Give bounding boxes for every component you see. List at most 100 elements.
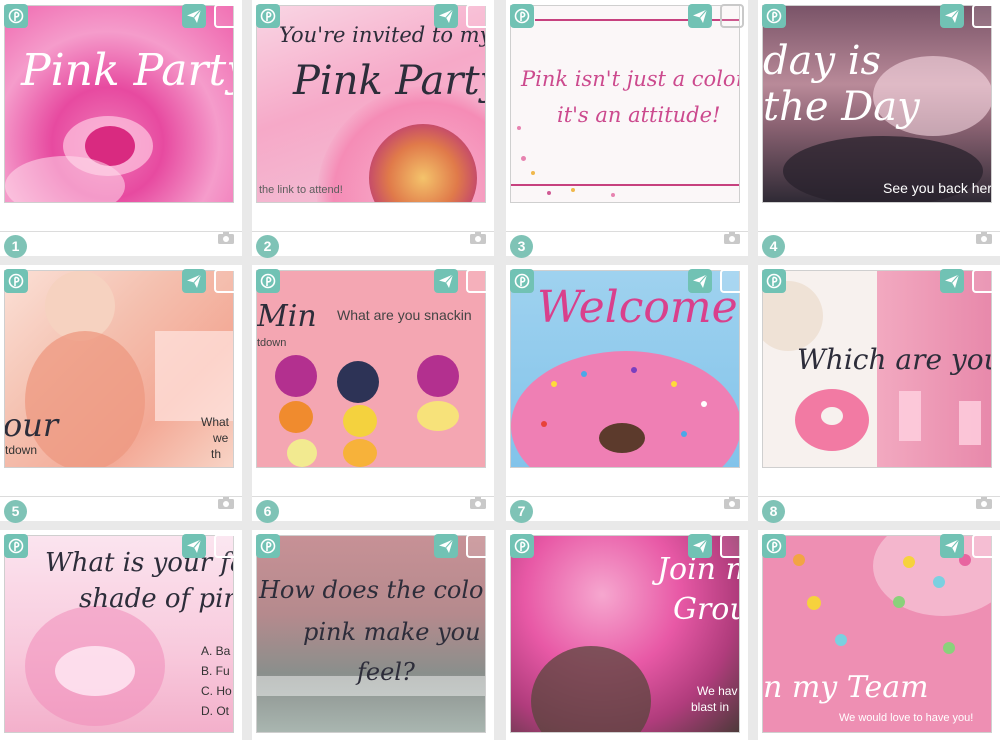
post-text: Pink Party <box>293 58 486 104</box>
post-image[interactable]: Welcome! <box>510 270 740 468</box>
card-footer: 4 <box>758 218 1000 258</box>
select-checkbox[interactable] <box>214 534 238 558</box>
post-image[interactable]: Min What are you snackin tdown <box>256 270 486 468</box>
post-card[interactable]: n my Team We would love to have you! <box>758 530 1000 740</box>
send-button[interactable] <box>182 269 206 293</box>
send-button[interactable] <box>940 4 964 28</box>
send-icon <box>187 274 202 288</box>
send-button[interactable] <box>182 534 206 558</box>
select-checkbox[interactable] <box>466 269 490 293</box>
post-image[interactable]: our tdown What we th <box>4 270 234 468</box>
post-image[interactable]: n my Team We would love to have you! <box>762 535 992 733</box>
send-button[interactable] <box>940 534 964 558</box>
send-button[interactable] <box>434 4 458 28</box>
post-card[interactable]: our tdown What we th 5 <box>0 265 242 523</box>
select-checkbox[interactable] <box>720 269 744 293</box>
post-card[interactable]: You're invited to my Pink Party the link… <box>252 0 494 258</box>
post-text: Min <box>257 299 317 334</box>
send-button[interactable] <box>688 269 712 293</box>
pinterest-icon <box>8 538 24 554</box>
post-image[interactable]: Which are you? <box>762 270 992 468</box>
post-image[interactable]: Pink Party <box>4 5 234 203</box>
post-image[interactable]: What is your fav shade of pink A. Ba B. … <box>4 535 234 733</box>
pinterest-button[interactable] <box>510 4 534 28</box>
post-text: A. Ba <box>201 644 231 658</box>
select-checkbox[interactable] <box>972 269 996 293</box>
send-icon <box>693 539 708 553</box>
send-button[interactable] <box>688 534 712 558</box>
post-number-badge: 6 <box>256 500 279 523</box>
send-icon <box>945 9 960 23</box>
select-checkbox[interactable] <box>720 534 744 558</box>
post-image[interactable]: Join m Grou We hav blast in <box>510 535 740 733</box>
post-text: We would love to have you! <box>839 712 974 724</box>
send-button[interactable] <box>688 4 712 28</box>
post-image[interactable]: Pink isn't just a color- it's an attitud… <box>510 5 740 203</box>
send-button[interactable] <box>182 4 206 28</box>
post-text: Which are you? <box>797 343 991 376</box>
pinterest-button[interactable] <box>256 534 280 558</box>
select-checkbox[interactable] <box>720 4 744 28</box>
camera-icon <box>724 232 740 244</box>
pinterest-button[interactable] <box>4 269 28 293</box>
post-text: Pink Party <box>21 45 234 96</box>
post-card[interactable]: Which are you? 8 <box>758 265 1000 523</box>
post-card[interactable]: Pink isn't just a color- it's an attitud… <box>506 0 748 258</box>
pinterest-icon <box>8 273 24 289</box>
post-text: th <box>211 447 222 461</box>
post-text: tdown <box>257 337 287 349</box>
pinterest-button[interactable] <box>762 534 786 558</box>
pinterest-icon <box>514 8 530 24</box>
post-card[interactable]: Pink Party 1 <box>0 0 242 258</box>
select-checkbox[interactable] <box>972 534 996 558</box>
card-footer: 1 <box>0 218 242 258</box>
post-text: Join m <box>657 552 739 587</box>
divider <box>252 231 494 232</box>
send-button[interactable] <box>434 269 458 293</box>
pinterest-button[interactable] <box>256 4 280 28</box>
post-text: See you back here <box>883 180 992 196</box>
post-text: Grou <box>673 592 739 627</box>
divider <box>758 231 1000 232</box>
divider <box>506 496 748 497</box>
pinterest-button[interactable] <box>510 534 534 558</box>
send-icon <box>693 9 708 23</box>
camera-icon <box>470 232 486 244</box>
pinterest-button[interactable] <box>4 4 28 28</box>
camera-icon <box>470 497 486 509</box>
pinterest-icon <box>514 538 530 554</box>
pinterest-button[interactable] <box>510 269 534 293</box>
post-number-badge: 5 <box>4 500 27 523</box>
post-image[interactable]: How does the color pink make you feel? <box>256 535 486 733</box>
post-card[interactable]: Min What are you snackin tdown 6 <box>252 265 494 523</box>
post-card[interactable]: What is your fav shade of pink A. Ba B. … <box>0 530 242 740</box>
select-checkbox[interactable] <box>466 4 490 28</box>
card-footer: 8 <box>758 483 1000 523</box>
select-checkbox[interactable] <box>214 4 238 28</box>
pinterest-icon <box>260 538 276 554</box>
post-card[interactable]: Join m Grou We hav blast in <box>506 530 748 740</box>
post-text: it's an attitude! <box>557 103 721 127</box>
post-text: D. Ot <box>201 704 230 718</box>
camera-icon <box>218 497 234 509</box>
select-checkbox[interactable] <box>466 534 490 558</box>
divider <box>0 496 242 497</box>
pinterest-button[interactable] <box>762 269 786 293</box>
pinterest-icon <box>766 8 782 24</box>
post-text: day is <box>763 38 882 84</box>
pinterest-button[interactable] <box>256 269 280 293</box>
post-card[interactable]: Welcome! 7 <box>506 265 748 523</box>
pinterest-button[interactable] <box>762 4 786 28</box>
post-image[interactable]: day is the Day See you back here <box>762 5 992 203</box>
send-icon <box>187 539 202 553</box>
post-image[interactable]: You're invited to my Pink Party the link… <box>256 5 486 203</box>
pinterest-button[interactable] <box>4 534 28 558</box>
send-button[interactable] <box>940 269 964 293</box>
post-card[interactable]: How does the color pink make you feel? <box>252 530 494 740</box>
send-button[interactable] <box>434 534 458 558</box>
post-text: n my Team <box>763 670 929 705</box>
post-card[interactable]: day is the Day See you back here 4 <box>758 0 1000 258</box>
post-text: our <box>4 406 59 444</box>
select-checkbox[interactable] <box>972 4 996 28</box>
select-checkbox[interactable] <box>214 269 238 293</box>
